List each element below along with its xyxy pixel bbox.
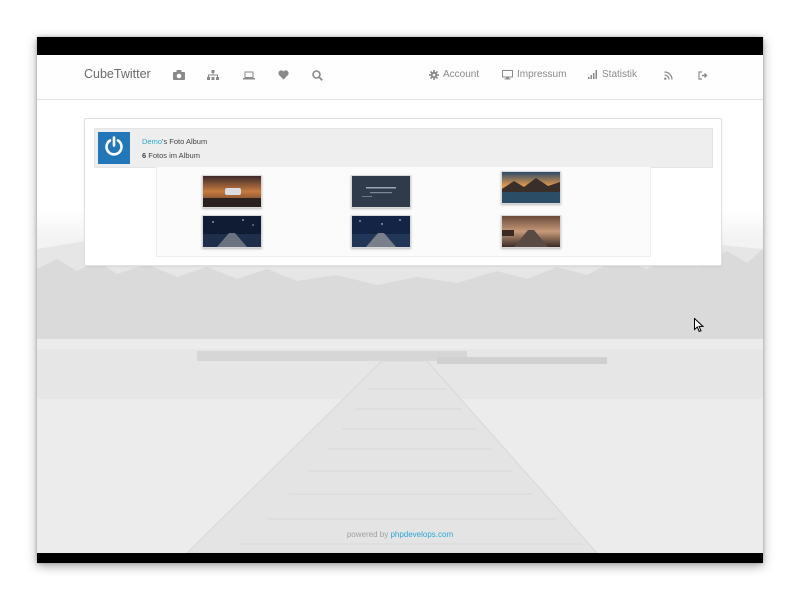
nav-link-account[interactable]: Account	[429, 69, 479, 80]
browser-window: CubeTwitter Account Impressum Statistik …	[37, 37, 763, 563]
top-navbar: CubeTwitter Account Impressum Statistik	[37, 55, 763, 100]
album-title-suffix: 's Foto Album	[162, 137, 208, 146]
album-card: Demo's Foto Album 6 Fotos im Album	[84, 118, 722, 266]
album-owner-link[interactable]: Demo	[142, 137, 162, 146]
laptop-icon[interactable]	[240, 67, 258, 83]
photo-road-dusk	[502, 216, 560, 247]
nav-link-impressum[interactable]: Impressum	[502, 69, 566, 80]
camera-icon[interactable]	[170, 67, 188, 83]
desktop-icon	[502, 69, 513, 80]
photo-thumbnail[interactable]	[351, 215, 411, 248]
rss-icon[interactable]	[659, 67, 677, 83]
album-title: Demo's Foto Album	[142, 137, 207, 146]
page-viewport: CubeTwitter Account Impressum Statistik …	[37, 55, 763, 553]
photo-car-sunset	[203, 176, 261, 207]
photo-count-suffix: Fotos im Album	[146, 151, 200, 160]
album-header: Demo's Foto Album 6 Fotos im Album	[94, 128, 713, 168]
photo-thumbnail[interactable]	[501, 171, 561, 204]
user-avatar[interactable]	[98, 132, 130, 164]
photo-thumbnail[interactable]	[501, 215, 561, 248]
photo-dark-text	[352, 176, 410, 207]
nav-link-label: Account	[443, 69, 480, 80]
heart-icon[interactable]	[274, 67, 292, 83]
nav-link-statistik[interactable]: Statistik	[588, 69, 637, 80]
footer: powered by phpdevelops.com	[37, 530, 763, 539]
sign-out-icon[interactable]	[694, 67, 712, 83]
nav-link-label: Statistik	[602, 69, 638, 80]
nav-link-label: Impressum	[517, 69, 567, 80]
photo-mountain-lake	[502, 172, 560, 203]
brand-logo[interactable]: CubeTwitter	[84, 67, 151, 81]
sitemap-icon[interactable]	[204, 67, 222, 83]
photo-grid	[156, 166, 651, 257]
footer-link[interactable]: phpdevelops.com	[390, 530, 453, 539]
signal-icon	[588, 70, 598, 79]
photo-thumbnail[interactable]	[202, 175, 262, 208]
album-photo-count: 6 Fotos im Album	[142, 151, 200, 160]
gear-icon	[429, 69, 439, 80]
search-icon[interactable]	[308, 67, 326, 83]
power-icon	[103, 135, 125, 162]
photo-thumbnail[interactable]	[202, 215, 262, 248]
footer-prefix: powered by	[346, 530, 391, 539]
photo-pier-stars	[352, 216, 410, 247]
photo-pier-night	[203, 216, 261, 247]
photo-thumbnail[interactable]	[351, 175, 411, 208]
mouse-cursor-icon	[694, 317, 705, 338]
